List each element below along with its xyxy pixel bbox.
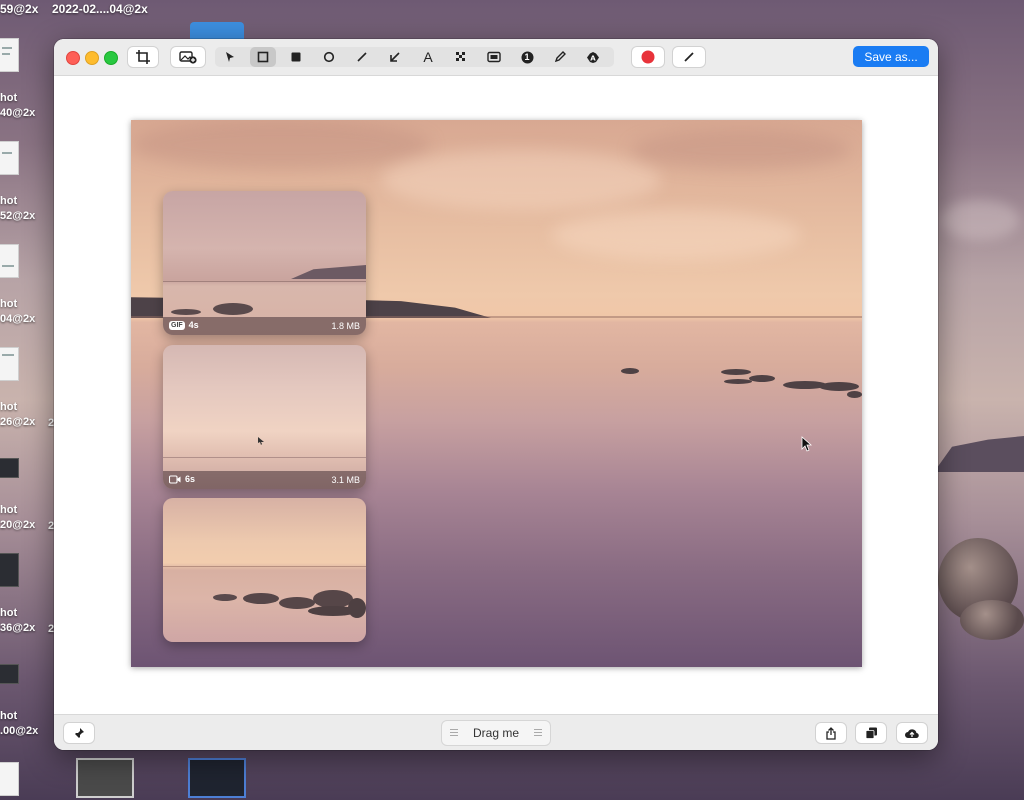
rectangle-tool[interactable] — [250, 47, 276, 67]
mouse-cursor-icon — [801, 436, 813, 452]
desktop-file-label[interactable]: hot 04@2x — [0, 297, 35, 327]
copy-icon — [865, 727, 877, 739]
recording-size: 3.1 MB — [331, 475, 360, 485]
counter-number: 1 — [524, 52, 530, 62]
rectangle-outline-icon — [257, 51, 269, 63]
desktop-file-label[interactable]: hot 26@2x — [0, 400, 35, 430]
canvas[interactable]: GIF 4s 1.8 MB 6s 3.1 MB — [54, 76, 938, 714]
screenshot-image[interactable]: GIF 4s 1.8 MB 6s 3.1 MB — [131, 120, 862, 667]
toolbar: A 1 A Save as... — [54, 39, 938, 76]
add-image-button[interactable] — [171, 47, 205, 67]
desktop-thumbnail[interactable] — [76, 758, 134, 798]
desktop-file-label[interactable]: hot 20@2x — [0, 503, 35, 533]
desktop-file-label[interactable]: 59@2x — [0, 2, 38, 16]
ellipse-icon — [323, 51, 335, 63]
grip-icon — [450, 729, 458, 737]
pin-button[interactable] — [64, 723, 94, 743]
pin-icon — [74, 728, 84, 739]
desktop-file-label[interactable]: hot 36@2x — [0, 606, 35, 636]
save-as-button[interactable]: Save as... — [853, 46, 929, 67]
desktop-hill — [934, 436, 1024, 472]
share-icon — [826, 726, 836, 740]
pencil-icon — [554, 51, 566, 63]
share-button[interactable] — [816, 723, 846, 743]
recording-card[interactable]: 6s 3.1 MB — [163, 345, 366, 489]
desktop-file-label[interactable]: 2022-02....04@2x — [52, 2, 148, 16]
recording-thumbnail — [163, 345, 366, 489]
color-swatch-icon — [641, 50, 655, 64]
drag-handle[interactable]: Drag me — [442, 721, 550, 745]
crop-button[interactable] — [128, 47, 158, 67]
annotation-tools: A 1 A — [215, 47, 614, 67]
drag-label: Drag me — [472, 726, 519, 740]
file-thumbnail-icon[interactable] — [0, 553, 19, 587]
svg-text:A: A — [590, 54, 596, 62]
stroke-width-icon — [684, 52, 694, 62]
cloud-upload-icon — [905, 729, 919, 739]
recording-thumbnail — [163, 498, 366, 642]
recording-card[interactable]: GIF 4s 1.8 MB — [163, 191, 366, 335]
file-thumbnail-icon[interactable] — [0, 141, 19, 175]
stroke-width-button[interactable] — [673, 47, 705, 67]
blur-tool[interactable]: A — [580, 47, 606, 67]
recording-footer: GIF 4s 1.8 MB — [163, 317, 366, 335]
add-image-icon — [179, 51, 197, 64]
desktop-file-label[interactable]: hot 52@2x — [0, 194, 35, 224]
recording-duration: 6s — [185, 474, 196, 484]
recording-footer: 6s 3.1 MB — [163, 471, 366, 489]
copy-button[interactable] — [856, 723, 886, 743]
maximize-window-button[interactable] — [104, 51, 118, 65]
filled-rectangle-tool[interactable] — [283, 47, 309, 67]
highlight-box-icon — [487, 51, 501, 63]
line-tool[interactable] — [349, 47, 375, 67]
recording-size: 1.8 MB — [331, 321, 360, 331]
select-tool[interactable] — [217, 47, 243, 67]
bottom-bar: Drag me — [54, 714, 938, 750]
upload-cloud-button[interactable] — [897, 723, 927, 743]
text-icon: A — [423, 49, 433, 65]
file-thumbnail-icon[interactable] — [0, 664, 19, 684]
file-thumbnail-icon[interactable] — [0, 458, 19, 478]
minimize-window-button[interactable] — [85, 51, 99, 65]
file-thumbnail-icon[interactable] — [0, 244, 19, 278]
crop-icon — [136, 50, 150, 64]
gif-icon: GIF — [169, 320, 185, 330]
close-window-button[interactable] — [66, 51, 80, 65]
color-picker-button[interactable] — [632, 47, 664, 67]
desktop-file-label[interactable]: hot .00@2x — [0, 709, 38, 739]
arrow-tool[interactable] — [382, 47, 408, 67]
file-thumbnail-icon[interactable] — [0, 38, 19, 72]
pixelate-icon — [456, 52, 465, 61]
rectangle-filled-icon — [291, 52, 301, 62]
text-tool[interactable]: A — [415, 47, 441, 67]
pencil-tool[interactable] — [547, 47, 573, 67]
pixelate-tool[interactable] — [448, 47, 474, 67]
arrow-icon — [390, 52, 400, 62]
desktop-rock — [960, 600, 1024, 640]
file-thumbnail-icon[interactable] — [0, 347, 19, 381]
cursor-arrow-icon — [226, 52, 234, 62]
desktop-file-label[interactable]: hot 40@2x — [0, 91, 35, 121]
ellipse-tool[interactable] — [316, 47, 342, 67]
recording-thumbnail — [163, 191, 366, 335]
video-camera-icon — [169, 474, 181, 484]
highlight-tool[interactable] — [481, 47, 507, 67]
desktop-thumbnail[interactable] — [188, 758, 246, 798]
recording-duration: 4s — [188, 320, 199, 330]
annotation-window: A 1 A Save as... GIF 4s 1.8 MB 6s 3.1 MB… — [54, 39, 938, 750]
recording-card[interactable] — [163, 498, 366, 642]
grip-icon — [534, 729, 542, 737]
file-thumbnail-icon[interactable] — [0, 762, 19, 796]
line-icon — [357, 52, 367, 62]
blur-icon: A — [587, 51, 599, 63]
counter-tool[interactable]: 1 — [514, 47, 540, 67]
